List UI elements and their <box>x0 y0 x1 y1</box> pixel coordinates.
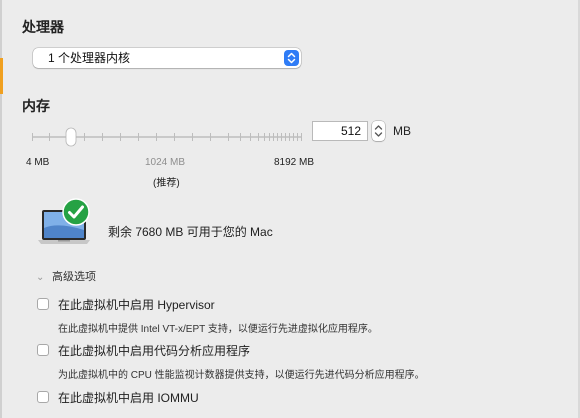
window-left-edge <box>0 0 3 418</box>
slider-tick <box>84 133 85 141</box>
slider-tick <box>273 133 274 141</box>
slider-tick <box>285 133 286 141</box>
iommu-checkbox[interactable] <box>37 391 49 403</box>
code-profiling-checkbox-label[interactable]: 在此虚拟机中启用代码分析应用程序 <box>58 342 250 359</box>
slider-tick <box>281 133 282 141</box>
slider-tick <box>293 133 294 141</box>
slider-tick <box>250 133 251 141</box>
memory-slider-graphic <box>32 127 302 147</box>
updown-chevron-icon <box>374 125 383 137</box>
slider-tick <box>120 133 121 141</box>
available-memory-text: 剩余 7680 MB 可用于您的 Mac <box>108 225 273 239</box>
select-updown-icon <box>284 50 299 66</box>
slider-tick <box>301 133 302 141</box>
advanced-options-label: 高级选项 <box>52 271 96 283</box>
slider-tick <box>210 133 211 141</box>
slider-max-label: 8192 MB <box>274 157 315 168</box>
slider-tick <box>258 133 259 141</box>
slider-tick <box>240 133 241 141</box>
memory-stepper[interactable] <box>372 121 385 141</box>
processor-section-title: 处理器 <box>22 19 64 35</box>
slider-tick <box>156 133 157 141</box>
processor-core-select-value: 1 个处理器内核 <box>48 51 131 65</box>
slider-tick <box>32 133 33 141</box>
slider-recommended-note: (推荐) <box>153 178 180 189</box>
slider-tick <box>174 133 175 141</box>
hypervisor-checkbox-label[interactable]: 在此虚拟机中启用 Hypervisor <box>58 296 215 313</box>
memory-unit-label: MB <box>393 124 411 138</box>
slider-tick <box>49 133 50 141</box>
slider-tick <box>297 133 298 141</box>
advanced-options-toggle[interactable]: ⌄ 高级选项 <box>36 268 96 284</box>
green-checkmark-icon <box>62 198 90 226</box>
slider-tick <box>289 133 290 141</box>
code-profiling-description: 为此虚拟机中的 CPU 性能监视计数器提供支持，以便运行先进代码分析应用程序。 <box>58 370 425 381</box>
warning-marker <box>0 58 3 94</box>
slider-tick <box>102 133 103 141</box>
slider-tick <box>228 133 229 141</box>
hypervisor-checkbox[interactable] <box>37 298 49 310</box>
slider-tick <box>277 133 278 141</box>
slider-recommended-label: 1024 MB <box>145 157 186 168</box>
code-profiling-checkbox[interactable] <box>37 344 49 356</box>
hypervisor-description: 在此虚拟机中提供 Intel VT-x/EPT 支持，以便运行先进虚拟化应用程序… <box>58 324 378 335</box>
memory-value-input[interactable]: 512 <box>312 121 368 141</box>
iommu-checkbox-label[interactable]: 在此虚拟机中启用 IOMMU <box>58 389 199 406</box>
processor-core-select[interactable]: 1 个处理器内核 <box>33 48 301 68</box>
chevron-down-icon: ⌄ <box>36 272 45 283</box>
slider-tick <box>192 133 193 141</box>
slider-min-label: 4 MB <box>26 157 50 168</box>
memory-section-title: 内存 <box>22 98 50 114</box>
slider-tick <box>138 133 139 141</box>
slider-tick <box>269 133 270 141</box>
slider-knob[interactable] <box>65 127 77 147</box>
memory-slider[interactable] <box>32 125 302 149</box>
slider-tick <box>264 133 265 141</box>
